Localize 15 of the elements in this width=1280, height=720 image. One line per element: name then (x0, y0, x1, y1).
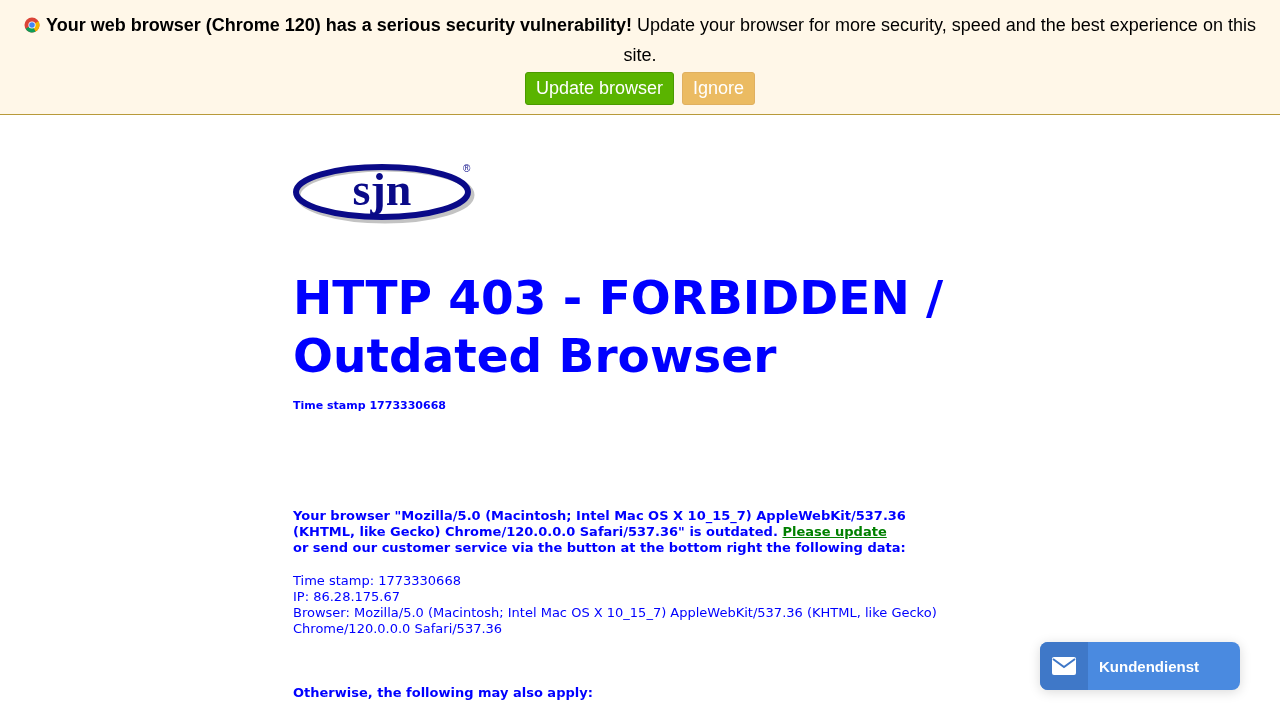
customer-service-button[interactable]: Kundendienst (1040, 642, 1240, 690)
company-logo: sjn ® (293, 161, 475, 225)
ignore-button[interactable]: Ignore (682, 72, 756, 105)
time-stamp-label: Time stamp 1773330668 (293, 399, 447, 412)
warning-message: Your web browser (Chrome 120) has a serious security vulnerability! Update your browser for more security, speed and the best experience on this site. (20, 10, 1260, 70)
update-link[interactable]: Please update (782, 524, 887, 539)
otherwise-heading: Otherwise, the following may also apply: (293, 685, 594, 701)
update-button[interactable]: Update browser (524, 72, 674, 105)
data-line: IP: 86.28.175.67 (293, 589, 402, 605)
data-line: Browser: Mozilla/5.0 (Macintosh; Intel Mac OS X 10_15_7) AppleWebKit/537.36 (KHTML, like Gecko) Chrome/120.0.0.0 Safari/537.36 (293, 605, 938, 637)
browser-logo-icon (24, 17, 41, 33)
mail-icon (1052, 657, 1076, 675)
outdated-notice: Your browser "Mozilla/5.0 (Macintosh; Intel Mac OS X 10_15_7) AppleWebKit/537.36 (KHTML, like Gecko) Chrome/120.0.0.0 Safari/537.36" is outdated. Please update or send our customer service via the button at the bottom right the following data: (293, 508, 907, 556)
data-line: Time stamp: 1773330668 (293, 573, 462, 589)
page-title: HTTP 403 - FORBIDDEN / Outdated Browser (293, 269, 945, 385)
